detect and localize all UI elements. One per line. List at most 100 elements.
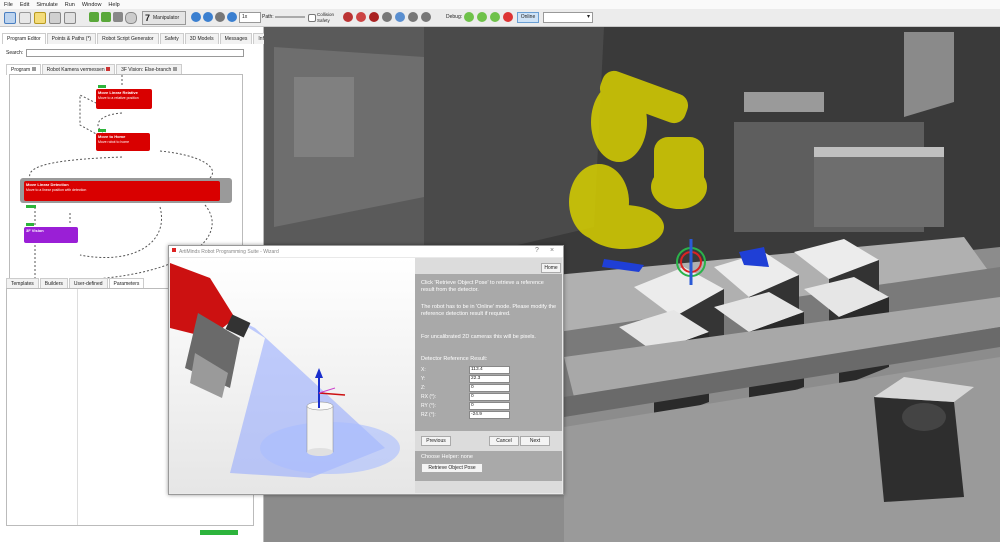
menu-window[interactable]: Window — [82, 2, 102, 8]
manipulator-label: Manipulator — [153, 15, 180, 21]
manipulator-dropdown[interactable]: 7 Manipulator — [142, 11, 186, 25]
collision-checkbox[interactable] — [308, 14, 316, 22]
instruction-text-1: Click 'Retrieve Object Pose' to retrieve… — [421, 280, 544, 293]
toolbar: 7 Manipulator 1x Path: Collision Safety … — [0, 9, 1000, 27]
close-icon[interactable] — [106, 67, 111, 71]
menu-run[interactable]: Run — [65, 2, 75, 8]
node-3f-vision[interactable]: 3F Vision — [24, 227, 78, 243]
help-icon[interactable]: ? — [535, 247, 539, 254]
manipulator-icon: 7 — [145, 13, 151, 23]
select-tool-icon[interactable] — [4, 12, 16, 24]
close-icon[interactable] — [172, 67, 177, 71]
settings-icon[interactable] — [64, 12, 76, 24]
robot-icon-6[interactable] — [408, 12, 418, 22]
next-button[interactable]: Next — [520, 436, 550, 446]
field-x-label: X: — [421, 367, 426, 373]
node-desc: Move robot to home — [98, 140, 130, 144]
progress-bar — [200, 530, 238, 535]
menu-file[interactable]: File — [4, 2, 13, 8]
folder-icon[interactable] — [34, 12, 46, 24]
close-icon[interactable]: × — [550, 247, 554, 254]
debug-run-icon[interactable] — [464, 12, 474, 22]
dialog-title: ArtiMinds Robot Programming Suite - Wiza… — [179, 249, 279, 255]
move-icon[interactable] — [49, 12, 61, 24]
field-ry-input[interactable]: 0 — [469, 402, 510, 410]
online-button[interactable]: Online — [517, 12, 539, 23]
retrieve-object-pose-button[interactable]: Retrieve Object Pose — [421, 463, 483, 473]
tab-points-paths[interactable]: Points & Paths (*) — [46, 33, 97, 44]
node-move-linear-detection[interactable]: Move Linear Detection Move to a linear p… — [24, 181, 220, 201]
close-icon[interactable] — [31, 67, 36, 71]
frame-tool-icon[interactable] — [19, 12, 31, 24]
field-rz-label: RZ (°): — [421, 412, 436, 418]
robot-icon-3[interactable] — [369, 12, 379, 22]
menu-help[interactable]: Help — [108, 2, 119, 8]
safety-label: Safety — [317, 18, 330, 23]
tab-messages[interactable]: Messages — [219, 33, 253, 44]
program-tabs: Program Editor Points & Paths (*) Robot … — [2, 33, 289, 44]
menu-edit[interactable]: Edit — [20, 2, 29, 8]
field-ry-label: RY (°): — [421, 403, 436, 409]
step-icon[interactable] — [203, 12, 213, 22]
robot-icon-1[interactable] — [343, 12, 353, 22]
field-rx-input[interactable]: 0 — [469, 393, 510, 401]
node-move-linear-relative[interactable]: Move Linear Relative Move to a relative … — [96, 89, 152, 109]
helper-area: Choose Helper: none Retrieve Object Pose — [415, 451, 562, 481]
search-input[interactable] — [26, 49, 244, 57]
play-icon[interactable] — [191, 12, 201, 22]
robot-icon-2[interactable] — [356, 12, 366, 22]
record-icon[interactable] — [227, 12, 237, 22]
node-title: Move Linear Detection — [26, 182, 69, 187]
field-y-input[interactable]: 22.3 — [469, 375, 510, 383]
step-select[interactable]: 1x — [239, 12, 261, 23]
path-slider[interactable] — [275, 16, 305, 18]
field-z-input[interactable]: 0 — [469, 384, 510, 392]
field-rz-input[interactable]: -24.9 — [469, 411, 510, 419]
debug-stop-icon[interactable] — [503, 12, 513, 22]
cancel-button[interactable]: Cancel — [489, 436, 519, 446]
trash-icon[interactable] — [113, 12, 123, 22]
previous-button[interactable]: Previous — [421, 436, 451, 446]
robot-icon-4[interactable] — [382, 12, 392, 22]
field-rx-label: RX (°): — [421, 394, 437, 400]
path-label: Path: — [262, 14, 274, 20]
tab-program-label: Program — [11, 67, 31, 73]
collision-label: Collision — [317, 12, 335, 17]
node-desc: Move to a relative position — [98, 96, 139, 100]
tab-kamera-label: Robot Kamera vermessen — [46, 67, 105, 73]
helper-label: Choose Helper: none — [421, 454, 473, 460]
node-move-to-home[interactable]: Move to Home Move robot to home — [96, 133, 150, 151]
instruction-text-3: For uncalibrated 2D cameras this will be… — [421, 334, 536, 340]
tab-program-editor[interactable]: Program Editor — [2, 33, 46, 44]
wizard-panel: Home Click 'Retrieve Object Pose' to ret… — [415, 258, 562, 493]
search-label: Search: — [6, 50, 24, 56]
instruction-text-2: The robot has to be in 'Online' mode. Pl… — [421, 304, 557, 317]
debug-label: Debug: — [446, 14, 463, 20]
tab-robot-script[interactable]: Robot Script Generator — [97, 33, 159, 44]
robot-icon-5[interactable] — [395, 12, 405, 22]
debug-step-icon[interactable] — [477, 12, 487, 22]
robot-icon-7[interactable] — [421, 12, 431, 22]
node-title: 3F Vision — [26, 228, 44, 233]
arrow-left-icon[interactable] — [89, 12, 99, 22]
app-logo-icon — [172, 248, 176, 252]
wizard-illustration — [170, 258, 415, 493]
field-y-label: Y: — [421, 376, 426, 382]
stop-icon[interactable] — [215, 12, 225, 22]
instruction-area: Click 'Retrieve Object Pose' to retrieve… — [415, 274, 562, 431]
menu-simulate[interactable]: Simulate — [36, 2, 57, 8]
field-x-input[interactable]: 113.4 — [469, 366, 510, 374]
tab-safety[interactable]: Safety — [159, 33, 184, 44]
dialog-titlebar: ArtiMinds Robot Programming Suite - Wiza… — [169, 246, 563, 257]
home-button[interactable]: Home — [541, 263, 561, 273]
tab-3d-models[interactable]: 3D Models — [184, 33, 219, 44]
camera-illustration — [170, 258, 415, 493]
node-desc: Move to a linear position with detection — [26, 188, 87, 192]
robot-select-dropdown[interactable]: ▾ — [543, 12, 593, 23]
node-title: Move Linear Relative — [98, 90, 138, 95]
arrow-right-icon[interactable] — [101, 12, 111, 22]
debug-next-icon[interactable] — [490, 12, 500, 22]
node-title: Move to Home — [98, 134, 126, 139]
zoom-icon[interactable] — [125, 12, 137, 24]
wizard-dialog: ArtiMinds Robot Programming Suite - Wiza… — [168, 245, 564, 495]
